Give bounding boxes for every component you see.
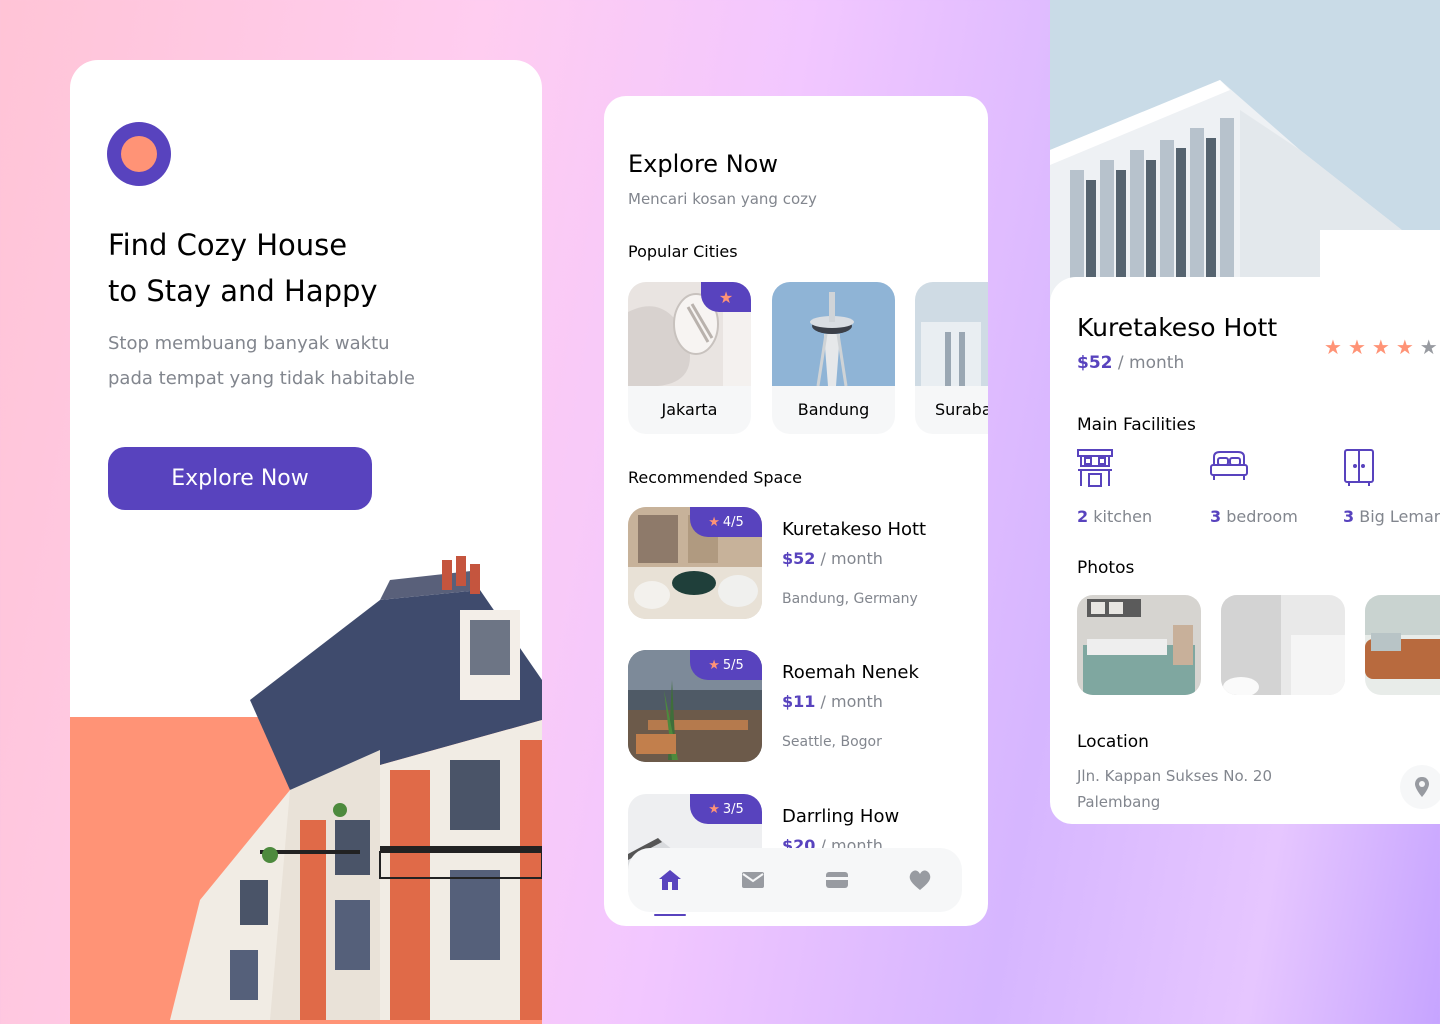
- home-icon[interactable]: [650, 860, 690, 916]
- city-name: Jakarta: [661, 400, 718, 419]
- address-line1: Jln. Kappan Sukses No. 20: [1077, 767, 1273, 785]
- hero-subtitle-line2: pada tempat yang tidak habitable: [108, 368, 415, 389]
- rating-stars: ★ ★ ★ ★ ★: [1324, 335, 1438, 359]
- hero-title: Find Cozy House to Stay and Happy: [108, 222, 508, 314]
- star-icon: ★: [1395, 335, 1414, 359]
- city-card-bandung[interactable]: Bandung: [772, 282, 895, 434]
- star-icon: ★: [708, 657, 720, 673]
- featured-star-icon: ★: [701, 282, 751, 312]
- location-heading: Location: [1077, 732, 1149, 752]
- detail-screen: Kuretakeso Hott $52 / month ★ ★ ★ ★ ★ Ma…: [1050, 277, 1440, 824]
- facility-count: 2: [1077, 507, 1089, 526]
- bottom-navigation: [628, 848, 962, 916]
- hero-subtitle: Stop membuang banyak waktu pada tempat y…: [108, 326, 528, 396]
- address-line2: Palembang: [1077, 793, 1161, 811]
- star-icon: ★: [1347, 335, 1366, 359]
- building-illustration: [170, 556, 542, 1020]
- mail-icon[interactable]: [733, 860, 773, 900]
- property-name: Kuretakeso Hott: [1077, 313, 1278, 342]
- property-photo[interactable]: [1077, 595, 1201, 695]
- cupboard-icon: [1343, 449, 1440, 489]
- star-icon: ★: [1419, 335, 1438, 359]
- card-icon[interactable]: [817, 860, 857, 900]
- main-facilities-heading: Main Facilities: [1077, 415, 1196, 435]
- price-period: / month: [820, 549, 883, 568]
- space-photo: ★ 5/5: [628, 650, 762, 762]
- property-photo[interactable]: [1365, 595, 1440, 695]
- photos-heading: Photos: [1077, 558, 1135, 578]
- space-name: Darrling How: [782, 806, 900, 827]
- hero-title-line1: Find Cozy House: [108, 228, 348, 262]
- rating-badge: ★ 4/5: [690, 507, 762, 537]
- space-location: Seattle, Bogor: [782, 734, 882, 750]
- star-icon: ★: [708, 514, 720, 530]
- facility-count: 3: [1343, 507, 1355, 526]
- space-price: $52 / month: [782, 549, 883, 568]
- ring-logo-icon: [107, 122, 171, 186]
- space-name: Roemah Nenek: [782, 662, 919, 683]
- explore-screen: Explore Now Mencari kosan yang cozy Popu…: [604, 96, 988, 926]
- property-hero-photo: [1050, 0, 1440, 310]
- city-name: Surabaya: [935, 400, 988, 419]
- star-icon: ★: [1324, 335, 1342, 359]
- recommended-space-heading: Recommended Space: [628, 468, 802, 487]
- star-icon: ★: [1371, 335, 1390, 359]
- city-card-jakarta[interactable]: ★ Jakarta: [628, 282, 751, 434]
- city-photo: ★: [628, 282, 751, 386]
- explore-now-button[interactable]: Explore Now: [108, 447, 372, 510]
- popular-cities-heading: Popular Cities: [628, 242, 738, 261]
- city-photo: [772, 282, 895, 386]
- facility-label: bedroom: [1226, 507, 1298, 526]
- hero-title-line2: to Stay and Happy: [108, 274, 378, 308]
- price-amount: $52: [782, 549, 816, 568]
- price-amount: $11: [782, 692, 816, 711]
- page-title: Explore Now: [628, 150, 778, 178]
- city-name: Bandung: [797, 400, 870, 419]
- property-photo[interactable]: [1221, 595, 1345, 695]
- heart-icon[interactable]: [900, 860, 940, 900]
- star-icon: ★: [708, 801, 720, 817]
- page-subtitle: Mencari kosan yang cozy: [628, 190, 817, 208]
- space-location: Bandung, Germany: [782, 591, 918, 607]
- space-price: $11 / month: [782, 692, 883, 711]
- rating-value: 5/5: [722, 657, 744, 673]
- space-name: Kuretakeso Hott: [782, 519, 927, 540]
- bedroom-icon: [1210, 449, 1340, 489]
- kitchen-icon: [1077, 449, 1207, 489]
- facility-count: 3: [1210, 507, 1222, 526]
- facility-label: Big Lemari: [1359, 507, 1440, 526]
- hero-subtitle-line1: Stop membuang banyak waktu: [108, 333, 390, 354]
- property-price: $52 / month: [1077, 353, 1184, 373]
- price-period: / month: [820, 692, 883, 711]
- city-photo: [915, 282, 988, 386]
- facility-label: kitchen: [1093, 507, 1153, 526]
- map-pin-icon[interactable]: [1400, 765, 1440, 809]
- facility-cupboard: 3 Big Lemari: [1343, 449, 1440, 526]
- active-tab-indicator: [653, 914, 686, 916]
- space-photo: ★ 4/5: [628, 507, 762, 619]
- splash-screen: Find Cozy House to Stay and Happy Stop m…: [70, 60, 542, 1024]
- city-card-surabaya[interactable]: Surabaya: [915, 282, 988, 434]
- address: Jln. Kappan Sukses No. 20 Palembang: [1077, 763, 1272, 815]
- facility-bedroom: 3 bedroom: [1210, 449, 1340, 526]
- rating-value: 4/5: [722, 514, 744, 530]
- facility-kitchen: 2 kitchen: [1077, 449, 1207, 526]
- rating-badge: ★ 3/5: [690, 794, 762, 824]
- space-item-roemah-nenek[interactable]: ★ 5/5 Roemah Nenek $11 / month Seattle, B…: [628, 650, 968, 765]
- space-item-kuretakeso[interactable]: ★ 4/5 Kuretakeso Hott $52 / month Bandung…: [628, 507, 968, 622]
- rating-value: 3/5: [722, 801, 744, 817]
- price-period: / month: [1117, 353, 1185, 373]
- rating-badge: ★ 5/5: [690, 650, 762, 680]
- price-amount: $52: [1077, 353, 1113, 373]
